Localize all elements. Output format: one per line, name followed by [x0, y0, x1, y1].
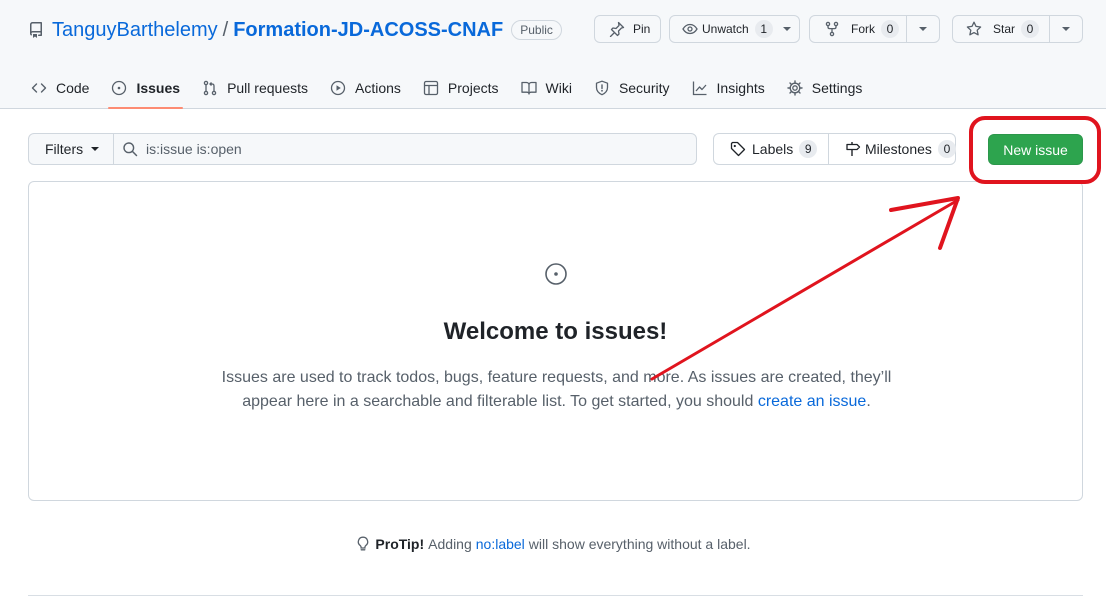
blankslate-description: Issues are used to track todos, bugs, fe…	[219, 366, 894, 414]
tab-insights-label: Insights	[716, 80, 765, 96]
tab-code-label: Code	[56, 80, 90, 96]
tab-actions[interactable]: Actions	[319, 68, 412, 108]
filters-dropdown[interactable]: Filters	[28, 133, 114, 165]
issue-opened-icon	[544, 262, 568, 286]
tab-issues-label: Issues	[136, 80, 181, 96]
tab-wiki[interactable]: Wiki	[510, 68, 583, 108]
filters-label: Filters	[45, 141, 84, 157]
repo-header: TanguyBarthelemy / Formation-JD-ACOSS-CN…	[0, 0, 1106, 109]
blankslate: Welcome to issues! Issues are used to tr…	[28, 181, 1083, 501]
milestones-count: 0	[937, 140, 956, 158]
stars-count: 0	[1021, 20, 1040, 38]
watchers-count: 1	[754, 20, 773, 38]
labels-button[interactable]: Labels 9	[713, 133, 829, 165]
protip-text-end: will show everything without a label.	[528, 536, 751, 552]
tab-security-label: Security	[618, 80, 670, 96]
tab-insights[interactable]: Insights	[681, 68, 776, 108]
blankslate-title: Welcome to issues!	[443, 318, 668, 345]
no-label-link[interactable]: no:label	[476, 536, 525, 552]
protip: ProTip! Adding no:label will show everyt…	[0, 536, 1106, 552]
fork-caret-button[interactable]	[906, 16, 939, 42]
protip-label: ProTip!	[375, 536, 425, 552]
tab-settings-label: Settings	[811, 80, 863, 96]
eye-icon	[682, 21, 698, 37]
repo-path-separator: /	[222, 18, 229, 41]
tab-wiki-label: Wiki	[545, 80, 572, 96]
tab-security[interactable]: Security	[583, 68, 681, 108]
create-issue-link[interactable]: create an issue	[758, 393, 867, 410]
new-issue-button[interactable]: New issue	[988, 134, 1083, 165]
milestones-button[interactable]: Milestones 0	[828, 133, 956, 165]
shield-icon	[594, 80, 610, 96]
tag-icon	[730, 141, 746, 157]
milestone-icon	[845, 141, 861, 157]
tab-projects-label: Projects	[447, 80, 499, 96]
graph-icon	[692, 80, 708, 96]
tab-issues[interactable]: Issues	[100, 68, 191, 109]
code-icon	[31, 80, 47, 96]
tab-code[interactable]: Code	[20, 68, 100, 108]
git-pull-request-icon	[202, 80, 218, 96]
tab-settings[interactable]: Settings	[776, 68, 874, 108]
blankslate-text-end: .	[866, 393, 871, 410]
labels-count: 9	[799, 140, 818, 158]
issue-search[interactable]	[113, 133, 697, 165]
pin-icon	[609, 21, 625, 37]
protip-text-start: Adding	[428, 536, 472, 552]
light-bulb-icon	[355, 536, 371, 552]
tab-projects[interactable]: Projects	[412, 68, 510, 108]
repo-owner-link[interactable]: TanguyBarthelemy	[52, 19, 218, 42]
labels-label: Labels	[752, 141, 794, 157]
pin-button[interactable]: Pin	[594, 15, 661, 43]
gear-icon	[787, 80, 803, 96]
book-icon	[520, 80, 537, 96]
repo-icon	[28, 22, 44, 38]
issue-opened-icon	[111, 80, 127, 96]
repo-title: TanguyBarthelemy / Formation-JD-ACOSS-CN…	[28, 16, 562, 44]
unwatch-caret-icon[interactable]	[782, 27, 791, 31]
milestones-label: Milestones	[865, 141, 932, 157]
star-label: Star	[993, 22, 1016, 36]
pin-label: Pin	[633, 22, 651, 36]
star-caret-button[interactable]	[1049, 16, 1082, 42]
unwatch-button[interactable]: Unwatch 1	[669, 15, 800, 43]
play-icon	[330, 80, 346, 96]
fork-label: Fork	[851, 22, 875, 36]
repo-nav: Code Issues Pull requests Actions Projec…	[20, 68, 874, 109]
fork-caret-icon	[919, 27, 927, 31]
star-button[interactable]: Star 0	[952, 15, 1083, 43]
fork-button[interactable]: Fork 0	[809, 15, 940, 43]
visibility-badge: Public	[511, 20, 562, 40]
tab-actions-label: Actions	[355, 80, 401, 96]
fork-icon	[824, 21, 840, 37]
search-input[interactable]	[146, 141, 686, 157]
tab-pull-requests[interactable]: Pull requests	[191, 68, 319, 108]
search-icon	[122, 141, 138, 157]
filters-caret-icon	[91, 147, 100, 151]
footer-divider	[28, 595, 1083, 596]
table-icon	[423, 80, 439, 96]
tab-pull-requests-label: Pull requests	[227, 80, 308, 96]
forks-count: 0	[881, 20, 899, 38]
unwatch-label: Unwatch	[702, 22, 749, 36]
repo-name-link[interactable]: Formation-JD-ACOSS-CNAF	[233, 19, 503, 42]
star-icon	[966, 21, 982, 37]
star-caret-icon	[1062, 27, 1070, 31]
